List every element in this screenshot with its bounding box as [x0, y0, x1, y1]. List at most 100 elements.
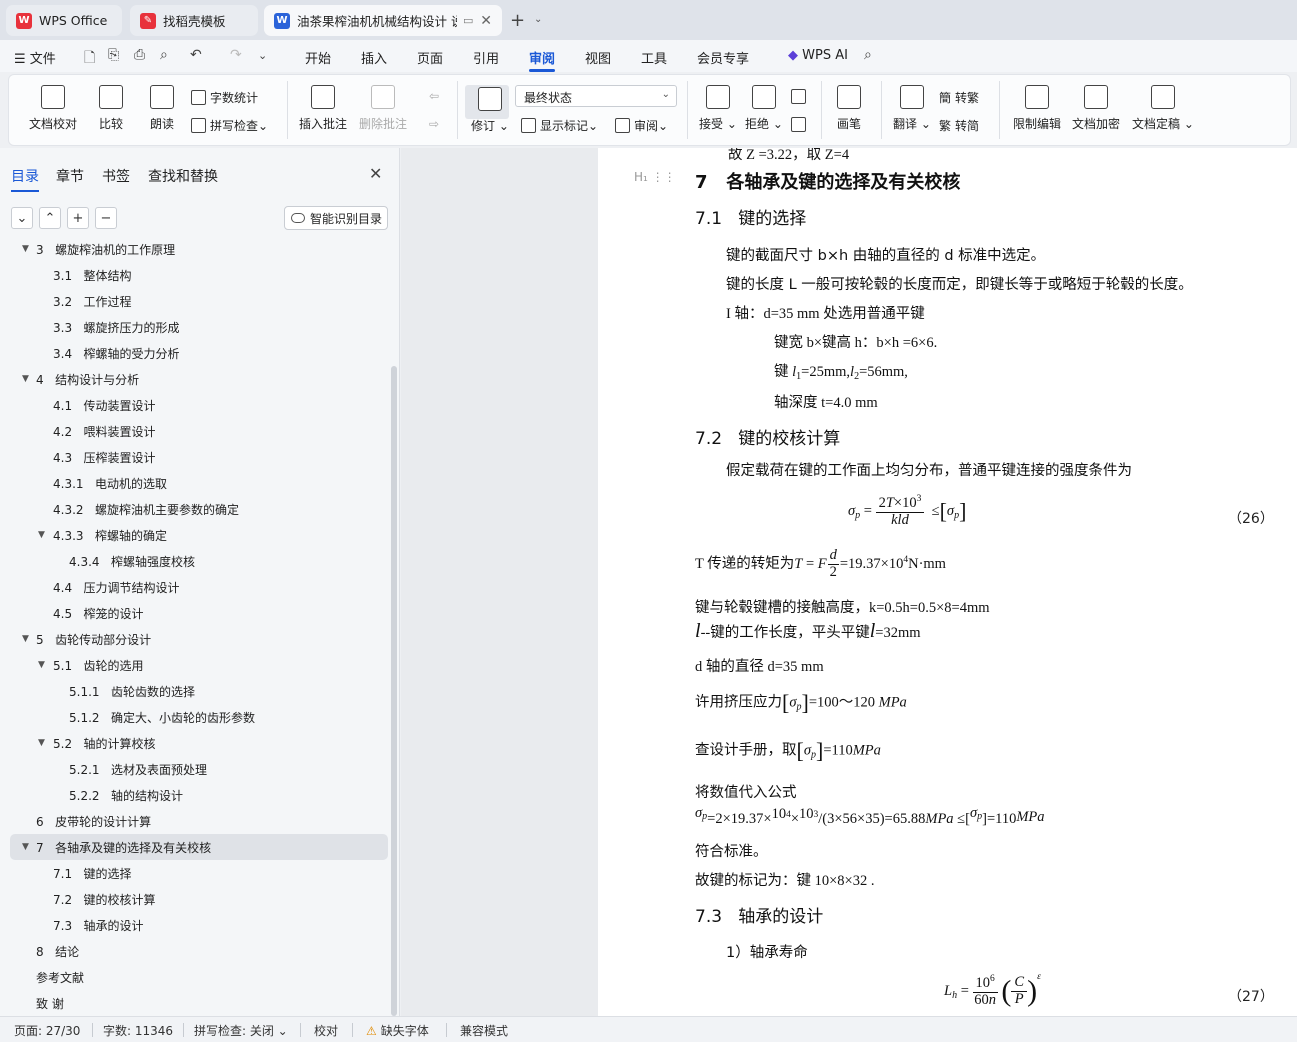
markup-status-select[interactable]: 最终状态 ⌄ [515, 85, 677, 107]
reject-button[interactable]: 拒绝 ⌄ [745, 75, 783, 132]
close-icon[interactable]: ✕ [369, 164, 382, 183]
toc-item[interactable]: 7.1 键的选择 [0, 860, 388, 886]
read-aloud-button[interactable]: 朗读 [150, 75, 174, 132]
export-icon[interactable]: ⎘ [108, 47, 119, 63]
to-simplified-button[interactable]: 繁转简 [939, 117, 979, 134]
toc-item[interactable]: 4.3 压榨装置设计 [0, 444, 388, 470]
close-tab-icon[interactable]: ✕ [480, 13, 492, 29]
pen-button[interactable]: 画笔 [837, 75, 861, 132]
toc-item[interactable]: ▼ 5.2 轴的计算校核 [0, 730, 388, 756]
file-menu[interactable]: ☰ 文件 [14, 48, 56, 67]
accept-button[interactable]: 接受 ⌄ [699, 75, 737, 132]
menu-page[interactable]: 页面 [417, 48, 443, 67]
menu-start[interactable]: 开始 [305, 48, 331, 67]
word-count-button[interactable]: 字数统计 [191, 89, 258, 106]
toc-item[interactable]: 3.1 整体结构 [0, 262, 388, 288]
next-comment-icon[interactable]: ⇨ [429, 117, 439, 131]
menu-review[interactable]: 审阅 [529, 48, 556, 72]
spell-check-status[interactable]: 拼写检查: 关闭 ⌄ [194, 1022, 288, 1039]
prev-comment-icon[interactable]: ⇦ [429, 89, 439, 103]
review-pane-button[interactable]: 审阅 ⌄ [615, 117, 668, 134]
remove-heading-icon[interactable]: − [95, 207, 117, 229]
smart-toc-button[interactable]: 智能识别目录 [284, 206, 388, 230]
nav-tab-toc[interactable]: 目录 [11, 166, 39, 192]
toc-item[interactable]: ▼ 5.1 齿轮的选用 [0, 652, 388, 678]
save-icon[interactable]: 🗋 [84, 47, 95, 71]
expand-arrow-icon[interactable]: ▼ [22, 634, 29, 644]
toc-item[interactable]: 3.3 螺旋挤压力的形成 [0, 314, 388, 340]
insert-comment-button[interactable]: 插入批注 [299, 75, 347, 132]
toc-item[interactable]: 4.3.4 榨螺轴强度校核 [0, 548, 388, 574]
expand-arrow-icon[interactable]: ▼ [22, 842, 29, 852]
toc-item[interactable]: 7.3 轴承的设计 [0, 912, 388, 938]
undo-icon[interactable]: ↶ [190, 47, 202, 63]
toc-item[interactable]: 5.2.2 轴的结构设计 [0, 782, 388, 808]
collapse-chevron-down-icon[interactable]: ⌄ [11, 207, 33, 229]
finalize-button[interactable]: 文档定稿 ⌄ [1132, 75, 1194, 132]
page-indicator[interactable]: 页面: 27/30 [14, 1022, 80, 1039]
nav-tab-find-replace[interactable]: 查找和替换 [148, 166, 218, 186]
toc-item[interactable]: 4.1 传动装置设计 [0, 392, 388, 418]
add-heading-icon[interactable]: + [67, 207, 89, 229]
spell-check-button[interactable]: 拼写检查 ⌄ [191, 117, 268, 134]
show-marks-button[interactable]: 显示标记 ⌄ [521, 117, 598, 134]
toc-item[interactable]: ▼ 4 结构设计与分析 [0, 366, 388, 392]
doc-proof-button[interactable]: 文档校对 [29, 75, 77, 132]
compare-button[interactable]: 比较 [99, 75, 123, 132]
delete-comment-button[interactable]: 删除批注 [359, 75, 407, 132]
heading-marker-icon[interactable]: H₁ ⋮⋮ [634, 170, 676, 184]
nav-scrollbar[interactable] [391, 366, 397, 1016]
menu-member[interactable]: 会员专享 [697, 48, 749, 67]
expand-arrow-icon[interactable]: ▼ [38, 738, 45, 748]
toc-item[interactable]: 4.4 压力调节结构设计 [0, 574, 388, 600]
expand-arrow-icon[interactable]: ▼ [22, 244, 29, 254]
missing-font-status[interactable]: ⚠ 缺失字体 [366, 1022, 429, 1039]
toc-item[interactable]: 致 谢 [0, 990, 388, 1016]
expand-arrow-icon[interactable]: ▼ [38, 530, 45, 540]
toc-item[interactable]: 参考文献 [0, 964, 388, 990]
expand-arrow-icon[interactable]: ▼ [38, 660, 45, 670]
toc-item[interactable]: 7.2 键的校核计算 [0, 886, 388, 912]
toc-item[interactable]: ▼ 4.3.3 榨螺轴的确定 [0, 522, 388, 548]
menu-tools[interactable]: 工具 [641, 48, 667, 67]
chevron-down-icon[interactable]: ⌄ [534, 14, 542, 25]
search-icon[interactable]: ⌕ [864, 47, 872, 63]
toc-item[interactable]: ▼ 3 螺旋榨油机的工作原理 [0, 242, 388, 262]
toc-item[interactable]: 3.2 工作过程 [0, 288, 388, 314]
toc-item[interactable]: 6 皮带轮的设计计算 [0, 808, 388, 834]
tab-docer-templates[interactable]: ✎ 找稻壳模板 [130, 5, 258, 36]
prev-change-icon[interactable] [791, 89, 810, 104]
toc-item[interactable]: 8 结论 [0, 938, 388, 964]
redo-icon[interactable]: ↷ [230, 47, 242, 63]
tab-wps-office[interactable]: W WPS Office [6, 5, 122, 36]
word-count-indicator[interactable]: 字数: 11346 [103, 1022, 173, 1039]
next-change-icon[interactable] [791, 117, 810, 132]
nav-tab-chapters[interactable]: 章节 [56, 166, 84, 186]
new-tab-icon[interactable]: + [510, 10, 525, 31]
translate-button[interactable]: 翻译 ⌄ [893, 75, 931, 132]
toc-item[interactable]: 4.3.2 螺旋榨油机主要参数的确定 [0, 496, 388, 522]
print-icon[interactable]: ⎙ [134, 47, 145, 63]
menu-insert[interactable]: 插入 [361, 48, 387, 67]
document-page[interactable]: 故 Z =3.22，取 Z=4 H₁ ⋮⋮ 7 各轴承及键的选择及有关校核 7.… [598, 148, 1297, 1016]
toc-item[interactable]: 4.5 榨笼的设计 [0, 600, 388, 626]
toc-item[interactable]: 3.4 榨螺轴的受力分析 [0, 340, 388, 366]
toc-item[interactable]: 5.2.1 选材及表面预处理 [0, 756, 388, 782]
expand-chevron-up-icon[interactable]: ⌃ [39, 207, 61, 229]
encrypt-button[interactable]: 文档加密 [1072, 75, 1120, 132]
toc-item[interactable]: 5.1.1 齿轮齿数的选择 [0, 678, 388, 704]
proof-status[interactable]: 校对 [314, 1022, 338, 1039]
revise-button[interactable]: 修订 ⌄ [471, 75, 509, 134]
toc-item[interactable]: ▼ 5 齿轮传动部分设计 [0, 626, 388, 652]
to-traditional-button[interactable]: 簡转繁 [939, 89, 979, 106]
more-chevron-icon[interactable]: ⌄ [258, 49, 267, 62]
tab-current-document[interactable]: W 油茶果榨油机机械结构设计 说 ▭ ✕ [264, 5, 502, 36]
toc-item[interactable]: 4.2 喂料装置设计 [0, 418, 388, 444]
restrict-edit-button[interactable]: 限制编辑 [1013, 75, 1061, 132]
expand-arrow-icon[interactable]: ▼ [22, 374, 29, 384]
toc-item[interactable]: ▼ 7 各轴承及键的选择及有关校核 [10, 834, 388, 860]
menu-references[interactable]: 引用 [473, 48, 499, 67]
menu-view[interactable]: 视图 [585, 48, 611, 67]
print-preview-icon[interactable]: ⌕ [160, 47, 168, 63]
nav-tab-bookmarks[interactable]: 书签 [102, 166, 130, 186]
